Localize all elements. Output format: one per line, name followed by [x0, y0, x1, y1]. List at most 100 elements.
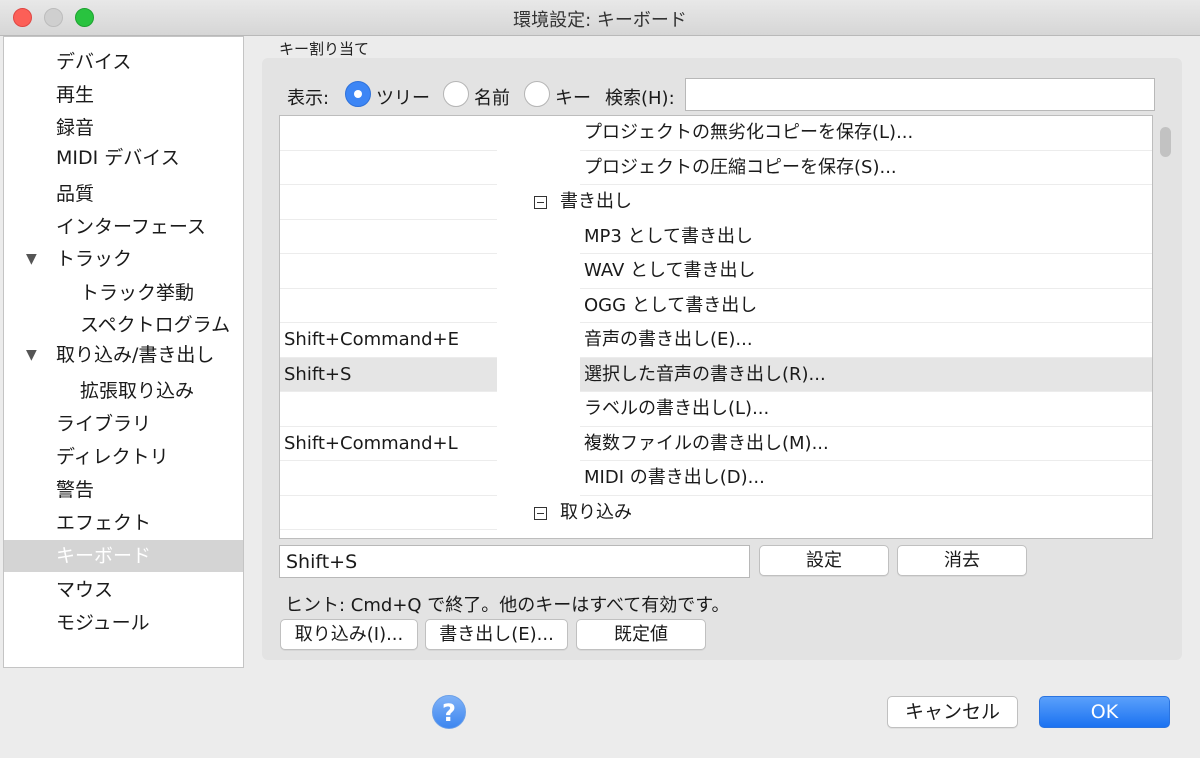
sidebar-item[interactable]: マウス [4, 574, 243, 606]
window-title: 環境設定: キーボード [513, 10, 687, 31]
view-label: 表示: [287, 88, 330, 109]
hint-text: ヒント: Cmd+Q で終了。他のキーはすべて有効です。 [285, 595, 730, 616]
tree-row-key [280, 392, 497, 427]
view-tree-label[interactable]: ツリー [376, 84, 430, 110]
collapse-icon[interactable] [534, 506, 547, 520]
view-key-label[interactable]: キー [555, 84, 591, 110]
tree-row-command: 書き出し [530, 185, 1152, 220]
sidebar-item-label: 拡張取り込み [80, 380, 195, 402]
sidebar-item[interactable]: エフェクト [4, 507, 243, 539]
sidebar-item[interactable]: トラック挙動 [4, 277, 243, 309]
sidebar-item[interactable]: ライブラリ [4, 408, 243, 440]
import-button[interactable]: 取り込み(I)... [280, 619, 418, 650]
set-button[interactable]: 設定 [759, 545, 889, 576]
tree-row[interactable]: プロジェクトの圧縮コピーを保存(S)... [280, 151, 1152, 185]
tree-row-command: 選択した音声の書き出し(R)... [580, 357, 1152, 392]
sidebar-item-label: スペクトログラム [80, 314, 231, 336]
tree-row-key [280, 254, 497, 289]
title-bar: 環境設定: キーボード [0, 0, 1200, 36]
sidebar-item[interactable]: 品質 [4, 178, 243, 210]
view-tree-radio[interactable] [345, 81, 371, 107]
view-key-radio[interactable] [524, 81, 550, 107]
clear-button[interactable]: 消去 [897, 545, 1027, 576]
sidebar-item-label: キーボード [56, 545, 152, 567]
tree-row[interactable]: Shift+S 選択した音声の書き出し(R)... [280, 357, 1152, 392]
disclosure-triangle-icon[interactable]: ▼ [26, 339, 37, 371]
search-label: 検索(H): [605, 88, 675, 109]
sidebar-item[interactable]: デバイス [4, 46, 243, 78]
key-binding-tree[interactable]: プロジェクトの無劣化コピーを保存(L)... プロジェクトの圧縮コピーを保存(S)… [279, 115, 1153, 539]
help-button[interactable]: ? [432, 695, 466, 729]
sidebar-item-label: モジュール [56, 612, 150, 634]
tree-row-command: MP3 として書き出し [580, 220, 1152, 254]
sidebar-item[interactable]: モジュール [4, 607, 243, 639]
tree-row-command: ラベルの書き出し(L)... [580, 392, 1152, 427]
key-combination-field[interactable]: Shift+S [279, 545, 750, 578]
tree-row-command: WAV として書き出し [580, 254, 1152, 289]
tree-row-command-label: 複数ファイルの書き出し(M)... [584, 432, 829, 454]
disclosure-triangle-icon[interactable]: ▼ [26, 243, 37, 275]
tree-row-key: Shift+Command+L [280, 427, 497, 461]
view-name-label[interactable]: 名前 [474, 84, 510, 110]
sidebar-item-label: マウス [56, 579, 114, 601]
sidebar-item-label: エフェクト [56, 512, 152, 534]
tree-row-command: OGG として書き出し [580, 289, 1152, 323]
sidebar-item[interactable]: 警告 [4, 474, 243, 506]
sidebar-item-label: ライブラリ [56, 413, 152, 435]
view-name-radio[interactable] [443, 81, 469, 107]
tree-scrollbar[interactable] [1160, 127, 1171, 157]
sidebar-item-label: 取り込み/書き出し [56, 344, 215, 366]
tree-row-command: MIDI の書き出し(D)... [580, 461, 1152, 496]
sidebar-item-label: デバイス [56, 51, 132, 73]
collapse-icon[interactable] [534, 196, 547, 209]
tree-row-command: 音声の書き出し(E)... [580, 323, 1152, 358]
tree-row[interactable]: 取り込み [280, 496, 1152, 531]
tree-row[interactable]: WAV として書き出し [280, 254, 1152, 289]
sidebar-item[interactable]: インターフェース [4, 211, 243, 243]
sidebar-item-label: ディレクトリ [56, 446, 169, 468]
ok-button[interactable]: OK [1039, 696, 1170, 728]
tree-row[interactable]: MP3 として書き出し [280, 220, 1152, 254]
sidebar-item[interactable]: MIDI デバイス [4, 142, 243, 174]
tree-row-key [280, 289, 497, 323]
sidebar-item-label: 品質 [56, 183, 95, 205]
sidebar-item[interactable]: ▼ 取り込み/書き出し [4, 339, 243, 371]
tree-row[interactable]: Shift+Command+E 音声の書き出し(E)... [280, 323, 1152, 358]
cancel-button[interactable]: キャンセル [887, 696, 1018, 728]
tree-row-key [280, 116, 497, 151]
tree-row-command-label: ラベルの書き出し(L)... [584, 398, 770, 419]
tree-row[interactable]: OGG として書き出し [280, 289, 1152, 323]
export-button[interactable]: 書き出し(E)... [425, 619, 568, 650]
preferences-sidebar: デバイス再生録音 MIDI デバイス 品質インターフェース ▼ トラックトラック挙動スペ… [3, 36, 244, 668]
sidebar-item[interactable]: ディレクトリ [4, 441, 243, 473]
tree-row[interactable]: MIDI の書き出し(D)... [280, 461, 1152, 496]
search-input[interactable] [685, 78, 1155, 111]
tree-row[interactable]: ラベルの書き出し(L)... [280, 392, 1152, 427]
tree-row-command-label: 書き出し [560, 191, 632, 212]
sidebar-item[interactable]: ▼ トラック [4, 243, 243, 275]
sidebar-item-label: インターフェース [56, 216, 206, 238]
key-assign-group-label: キー割り当て [279, 40, 370, 58]
tree-row[interactable]: 書き出し [280, 185, 1152, 220]
sidebar-item[interactable]: キーボード [4, 540, 243, 572]
tree-row-command-label: MIDI の書き出し(D)... [584, 467, 765, 488]
tree-row[interactable]: プロジェクトの無劣化コピーを保存(L)... [280, 116, 1152, 151]
sidebar-item-label: 再生 [56, 84, 95, 106]
sidebar-item-label: トラック [56, 248, 133, 270]
tree-row-command-label: 音声の書き出し(E)... [584, 329, 753, 350]
sidebar-item-label: トラック挙動 [80, 282, 195, 304]
defaults-button[interactable]: 既定値 [576, 619, 706, 650]
tree-row-command-label: 選択した音声の書き出し(R)... [584, 363, 826, 385]
tree-row-command-label: MP3 として書き出し [584, 225, 754, 247]
tree-row[interactable]: Shift+Command+L 複数ファイルの書き出し(M)... [280, 427, 1152, 461]
sidebar-item[interactable]: スペクトログラム [4, 309, 243, 341]
tree-row-key [280, 496, 497, 530]
sidebar-item[interactable]: 再生 [4, 79, 243, 111]
tree-row-command: プロジェクトの圧縮コピーを保存(S)... [580, 151, 1152, 185]
sidebar-item[interactable]: 録音 [4, 112, 243, 144]
sidebar-item-label: MIDI デバイス [56, 147, 180, 169]
sidebar-item[interactable]: 拡張取り込み [4, 375, 243, 407]
tree-row-command-label: WAV として書き出し [584, 260, 756, 281]
tree-row-command: 取り込み [530, 496, 1152, 531]
tree-row-command-label: プロジェクトの無劣化コピーを保存(L)... [584, 122, 914, 143]
